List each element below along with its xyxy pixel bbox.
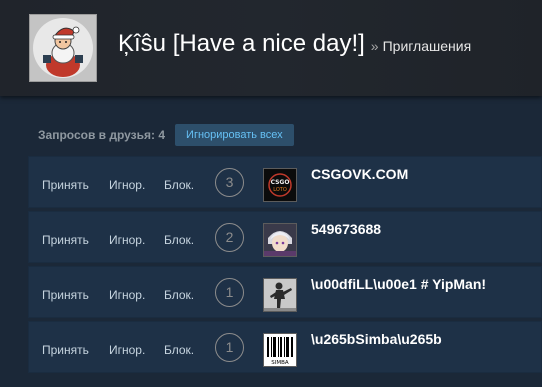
friend-name-link[interactable]: CSGOVK.COM <box>311 166 408 182</box>
block-button[interactable]: Блок. <box>164 233 194 247</box>
csgo-logo-avatar-icon: CSGO LOTO <box>264 169 296 201</box>
steam-level-badge: 2 <box>215 223 244 252</box>
invite-row: Принять Игнор. Блок. 1 SIMBA \u265bSimba… <box>28 321 542 373</box>
breadcrumb-separator: » <box>370 38 379 54</box>
friend-name-link[interactable]: \u265bSimba\u265b <box>311 331 442 347</box>
invite-row: Принять Игнор. Блок. 2 549673688 <box>28 211 542 263</box>
invite-row: Принять Игнор. Блок. 3 CSGO LOTO CSGOVK.… <box>28 156 542 208</box>
ignore-button[interactable]: Игнор. <box>109 288 145 302</box>
invite-row: Принять Игнор. Блок. 1 \u00dfiLL\u00e1 #… <box>28 266 542 318</box>
accept-button[interactable]: Принять <box>42 288 89 302</box>
friend-name-link[interactable]: 549673688 <box>311 221 381 237</box>
anime-character-avatar-icon <box>264 224 296 256</box>
ignore-all-button[interactable]: Игнорировать всех <box>175 124 294 146</box>
steam-level-badge: 3 <box>215 168 244 197</box>
steam-level-badge: 1 <box>215 278 244 307</box>
page-title: Ķîŝu [Have a nice day!] » Приглашения <box>118 30 471 58</box>
friend-avatar[interactable] <box>263 278 297 312</box>
persona-name-link[interactable]: Ķîŝu [Have a nice day!] <box>118 30 365 57</box>
ignore-button[interactable]: Игнор. <box>109 178 145 192</box>
friend-requests-count: Запросов в друзья: 4 <box>38 128 166 142</box>
svg-text:CSGO: CSGO <box>271 179 290 186</box>
accept-button[interactable]: Принять <box>42 343 89 357</box>
friend-avatar[interactable]: CSGO LOTO <box>263 168 297 202</box>
requests-toolbar: Запросов в друзья: 4 Игнорировать всех <box>38 124 294 146</box>
ignore-button[interactable]: Игнор. <box>109 233 145 247</box>
friend-name-link[interactable]: \u00dfiLL\u00e1 # YipMan! <box>311 276 486 292</box>
invite-list: Принять Игнор. Блок. 3 CSGO LOTO CSGOVK.… <box>28 156 542 376</box>
fighter-avatar-icon <box>264 279 296 311</box>
santa-avatar-icon <box>30 15 96 81</box>
barcode-avatar-icon: SIMBA <box>264 334 296 366</box>
ignore-button[interactable]: Игнор. <box>109 343 145 357</box>
steam-level-badge: 1 <box>215 333 244 362</box>
profile-header: Ķîŝu [Have a nice day!] » Приглашения <box>0 0 542 96</box>
friend-avatar[interactable] <box>263 223 297 257</box>
accept-button[interactable]: Принять <box>42 178 89 192</box>
barcode-avatar-text: SIMBA <box>271 360 289 366</box>
profile-avatar[interactable] <box>29 14 97 82</box>
svg-text:LOTO: LOTO <box>273 187 287 193</box>
accept-button[interactable]: Принять <box>42 233 89 247</box>
block-button[interactable]: Блок. <box>164 288 194 302</box>
block-button[interactable]: Блок. <box>164 343 194 357</box>
block-button[interactable]: Блок. <box>164 178 194 192</box>
breadcrumb-current-page: Приглашения <box>382 38 472 54</box>
friend-avatar[interactable]: SIMBA <box>263 333 297 367</box>
friend-invites-page: Ķîŝu [Have a nice day!] » Приглашения Запр… <box>0 0 542 387</box>
